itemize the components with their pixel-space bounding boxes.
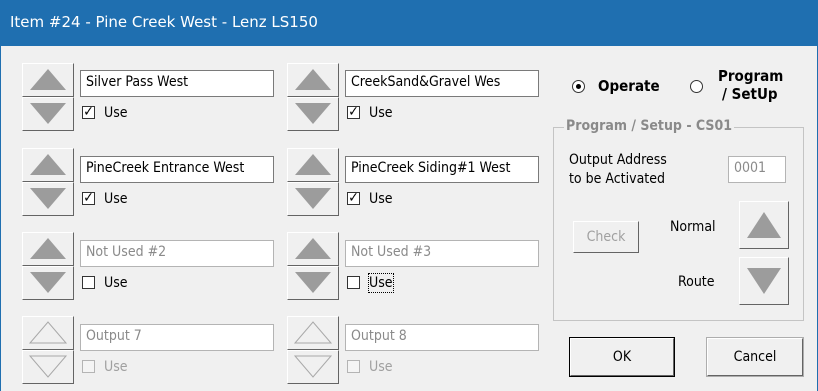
output-address-field[interactable]: 0001: [728, 156, 786, 183]
output-2-name-field[interactable]: CreekSand&Gravel Wes: [345, 70, 539, 97]
arrow-down-icon: [30, 103, 66, 124]
ok-button[interactable]: OK: [569, 337, 675, 377]
arrow-up-icon: [30, 154, 66, 175]
checkbox-box: [82, 276, 95, 289]
output-8-up-button[interactable]: [287, 316, 339, 350]
output-address-label-line2: to be Activated: [569, 171, 665, 187]
checkmark-icon: ✓: [348, 190, 359, 206]
output-7-up-button[interactable]: [22, 316, 74, 350]
use-label: Use: [104, 191, 128, 207]
checkmark-icon: ✓: [83, 104, 94, 120]
window-border-left: [0, 46, 1, 391]
output-5-name-field[interactable]: Not Used #2: [80, 240, 274, 267]
dialog-window: Item #24 - Pine Creek West - Lenz LS150 …: [0, 0, 818, 391]
output-8-name-field[interactable]: Output 8: [345, 324, 539, 351]
output-3-down-button[interactable]: [22, 182, 74, 216]
output-3-name-field[interactable]: PineCreek Entrance West: [80, 156, 274, 183]
normal-label: Normal: [670, 219, 716, 235]
arrow-down-outline-icon: [293, 355, 333, 378]
route-label: Route: [678, 274, 715, 290]
checkmark-icon: ✓: [83, 190, 94, 206]
radio-circle: [690, 80, 703, 93]
arrow-up-icon: [30, 69, 66, 90]
program-label-line2: / SetUp: [722, 85, 778, 103]
output-3-up-button[interactable]: [22, 148, 74, 182]
arrow-down-icon: [747, 268, 781, 294]
output-address-label-line1: Output Address: [569, 152, 667, 168]
output-4-name-field[interactable]: PineCreek Siding#1 West: [345, 156, 539, 183]
output-4-down-button[interactable]: [287, 182, 339, 216]
use-label: Use: [369, 359, 393, 375]
radio-circle: [572, 80, 585, 93]
arrow-up-icon: [295, 238, 331, 259]
normal-up-button[interactable]: [739, 201, 789, 249]
checkbox-box: [347, 276, 360, 289]
checkbox-box: [347, 360, 360, 373]
output-7-down-button[interactable]: [22, 350, 74, 384]
arrow-down-icon: [30, 188, 66, 209]
output-7-name-field[interactable]: Output 7: [80, 324, 274, 351]
route-down-button[interactable]: [739, 257, 789, 305]
output-8-down-button[interactable]: [287, 350, 339, 384]
use-label: Use: [369, 105, 393, 121]
arrow-up-icon: [295, 154, 331, 175]
window-title: Item #24 - Pine Creek West - Lenz LS150: [10, 13, 318, 31]
arrow-up-outline-icon: [293, 321, 333, 344]
use-label: Use: [104, 275, 128, 291]
use-label: Use: [104, 105, 128, 121]
arrow-down-icon: [295, 103, 331, 124]
output-6-up-button[interactable]: [287, 232, 339, 266]
arrow-down-icon: [295, 272, 331, 293]
output-4-up-button[interactable]: [287, 148, 339, 182]
arrow-up-icon: [30, 238, 66, 259]
use-label: Use: [368, 273, 394, 293]
program-label-line1: Program: [718, 67, 784, 85]
checkbox-box: [82, 360, 95, 373]
operate-label: Operate: [598, 77, 660, 95]
output-1-name-field[interactable]: Silver Pass West: [80, 70, 274, 97]
arrow-up-icon: [295, 69, 331, 90]
use-label: Use: [369, 191, 393, 207]
output-1-down-button[interactable]: [22, 97, 74, 131]
check-button[interactable]: Check: [573, 221, 639, 253]
output-1-up-button[interactable]: [22, 63, 74, 97]
arrow-down-icon: [30, 272, 66, 293]
output-2-down-button[interactable]: [287, 97, 339, 131]
output-6-down-button[interactable]: [287, 266, 339, 300]
output-2-up-button[interactable]: [287, 63, 339, 97]
output-5-up-button[interactable]: [22, 232, 74, 266]
arrow-up-icon: [747, 212, 781, 238]
cancel-button[interactable]: Cancel: [706, 337, 804, 377]
output-6-name-field[interactable]: Not Used #3: [345, 240, 539, 267]
program-setup-group-title: Program / Setup - CS01: [564, 118, 735, 134]
checkmark-icon: ✓: [348, 104, 359, 120]
arrow-down-icon: [295, 188, 331, 209]
use-label: Use: [104, 359, 128, 375]
title-bar[interactable]: Item #24 - Pine Creek West - Lenz LS150: [0, 0, 818, 46]
arrow-up-outline-icon: [28, 321, 68, 344]
radio-selected-dot: [576, 84, 581, 89]
arrow-down-outline-icon: [28, 355, 68, 378]
output-5-down-button[interactable]: [22, 266, 74, 300]
